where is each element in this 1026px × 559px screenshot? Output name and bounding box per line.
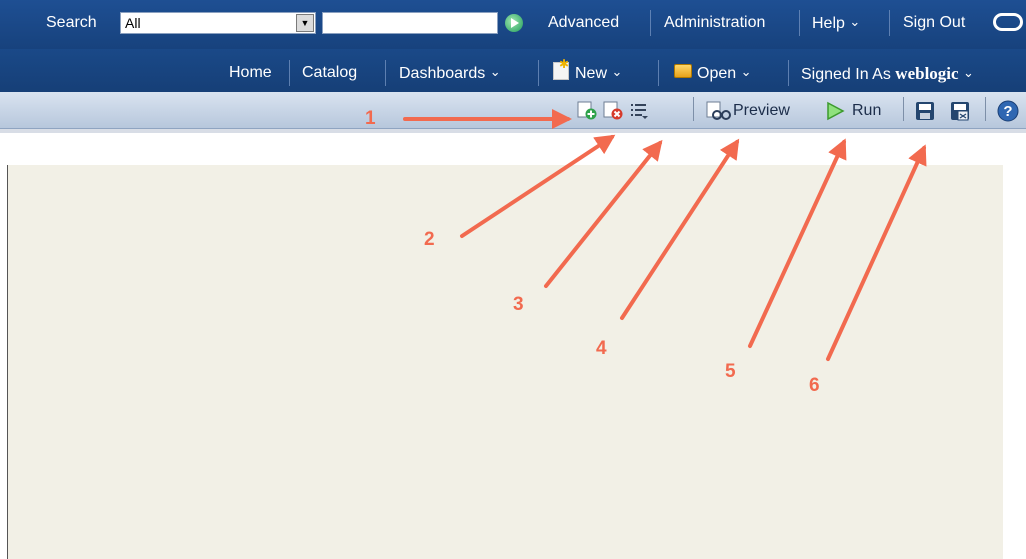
arrow-6 — [826, 144, 927, 361]
callout-5: 5 — [725, 361, 736, 382]
callout-1: 1 — [365, 108, 376, 129]
annotation-arrows — [403, 109, 927, 361]
callout-3: 3 — [513, 294, 524, 315]
callout-4: 4 — [596, 338, 607, 359]
callout-6: 6 — [809, 375, 820, 396]
arrow-2 — [460, 134, 616, 238]
callout-2: 2 — [424, 229, 435, 250]
arrow-5 — [748, 138, 847, 348]
arrow-3 — [544, 139, 663, 288]
